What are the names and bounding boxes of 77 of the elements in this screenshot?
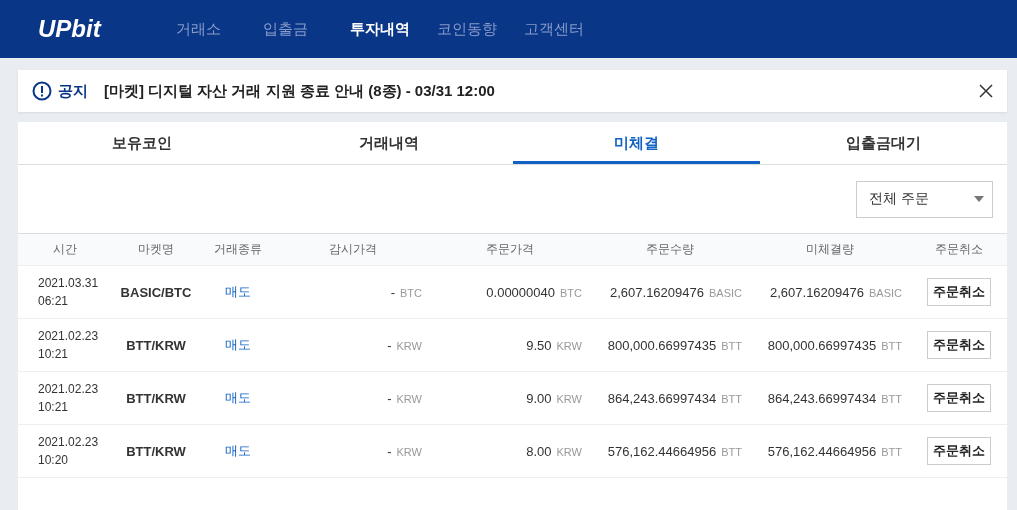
amount-value: 864,243.66997434 [607, 390, 717, 406]
order-side: 매도 [224, 390, 251, 405]
column-header: 마켓명 [138, 242, 174, 256]
nav-link[interactable]: 고객센터 [524, 19, 611, 39]
column-header: 감시가격 [328, 242, 377, 256]
order-date: 2021.02.23 [38, 434, 100, 451]
order-time: 10:20 [38, 452, 70, 469]
column-header: 주문가격 [486, 242, 534, 256]
unit-label: BTC [400, 286, 422, 299]
amount-value: 9.50 [526, 337, 552, 353]
notice-label: 공지 [58, 81, 88, 101]
column-header: 미체결량 [806, 242, 854, 256]
amount-value: 8.00 [526, 443, 552, 459]
filter-value: 전체 주문 [869, 190, 929, 208]
unit-label: BTT [721, 339, 742, 352]
unit-label: BTT [881, 445, 902, 458]
caret-icon [974, 196, 984, 202]
cancel-order-button[interactable]: 주문취소 [926, 278, 991, 306]
close-icon[interactable] [979, 84, 993, 98]
unit-label: BTC [560, 286, 582, 299]
nav-link[interactable]: 코인동향 [437, 19, 524, 39]
amount-value: 576,162.44664956 [607, 443, 717, 459]
unit-label: BASIC [709, 286, 742, 299]
market-name: BASIC/BTC [120, 284, 192, 300]
order-date: 2021.02.23 [38, 328, 100, 345]
tab[interactable]: 미체결 [512, 122, 760, 164]
tab[interactable]: 보유코인 [18, 122, 266, 164]
logo[interactable]: UPbit [38, 15, 176, 43]
column-header: 거래종류 [213, 242, 262, 256]
unit-label: BTT [721, 445, 742, 458]
amount-value: - [387, 443, 392, 459]
unit-label: BTT [881, 339, 902, 352]
nav-link[interactable]: 입출금 [263, 19, 350, 39]
unit-label: KRW [556, 339, 582, 352]
order-date: 2021.02.23 [38, 381, 100, 398]
column-header: 주문수량 [646, 242, 694, 256]
amount-value: 2,607.16209476 [610, 284, 704, 300]
order-time: 10:21 [38, 399, 70, 416]
market-name: BTT/KRW [126, 443, 186, 459]
amount-value: 576,162.44664956 [767, 443, 877, 459]
amount-value: 9.00 [526, 390, 552, 406]
amount-value: - [390, 284, 395, 300]
amount-value: - [387, 390, 392, 406]
amount-value: 0.00000040 [486, 284, 555, 300]
order-time: 10:21 [38, 346, 70, 363]
market-name: BTT/KRW [126, 390, 186, 406]
unit-label: BTT [881, 392, 902, 405]
unit-label: KRW [396, 339, 422, 352]
tab[interactable]: 입출금대기 [759, 122, 1007, 164]
order-filter-dropdown[interactable]: 전체 주문 [856, 180, 993, 218]
amount-value: 864,243.66997434 [767, 390, 877, 406]
unit-label: BTT [721, 392, 742, 405]
tab[interactable]: 거래내역 [265, 122, 513, 164]
amount-value: 800,000.66997435 [607, 337, 717, 353]
unit-label: KRW [396, 392, 422, 405]
notice-text[interactable]: [마켓] 디지털 자산 거래 지원 종료 안내 (8종) - 03/31 12:00 [104, 81, 979, 101]
unit-label: KRW [556, 392, 582, 405]
nav-link[interactable]: 투자내역 [350, 19, 437, 39]
unit-label: KRW [396, 445, 422, 458]
unit-label: BASIC [869, 286, 902, 299]
market-name: BTT/KRW [126, 337, 186, 353]
cancel-order-button[interactable]: 주문취소 [926, 384, 991, 412]
nav-link[interactable]: 거래소 [176, 19, 263, 39]
order-side: 매도 [224, 337, 251, 352]
order-time: 06:21 [38, 293, 70, 310]
cancel-order-button[interactable]: 주문취소 [926, 331, 991, 359]
column-header: 주문취소 [934, 242, 983, 256]
order-side: 매도 [224, 443, 251, 458]
order-side: 매도 [224, 284, 251, 299]
order-date: 2021.03.31 [38, 275, 100, 292]
amount-value: - [387, 337, 392, 353]
cancel-order-button[interactable]: 주문취소 [926, 437, 991, 465]
unit-label: KRW [556, 445, 582, 458]
amount-value: 2,607.16209476 [770, 284, 864, 300]
column-header: 시간 [53, 242, 77, 256]
alert-icon [32, 81, 52, 101]
amount-value: 800,000.66997435 [767, 337, 877, 353]
